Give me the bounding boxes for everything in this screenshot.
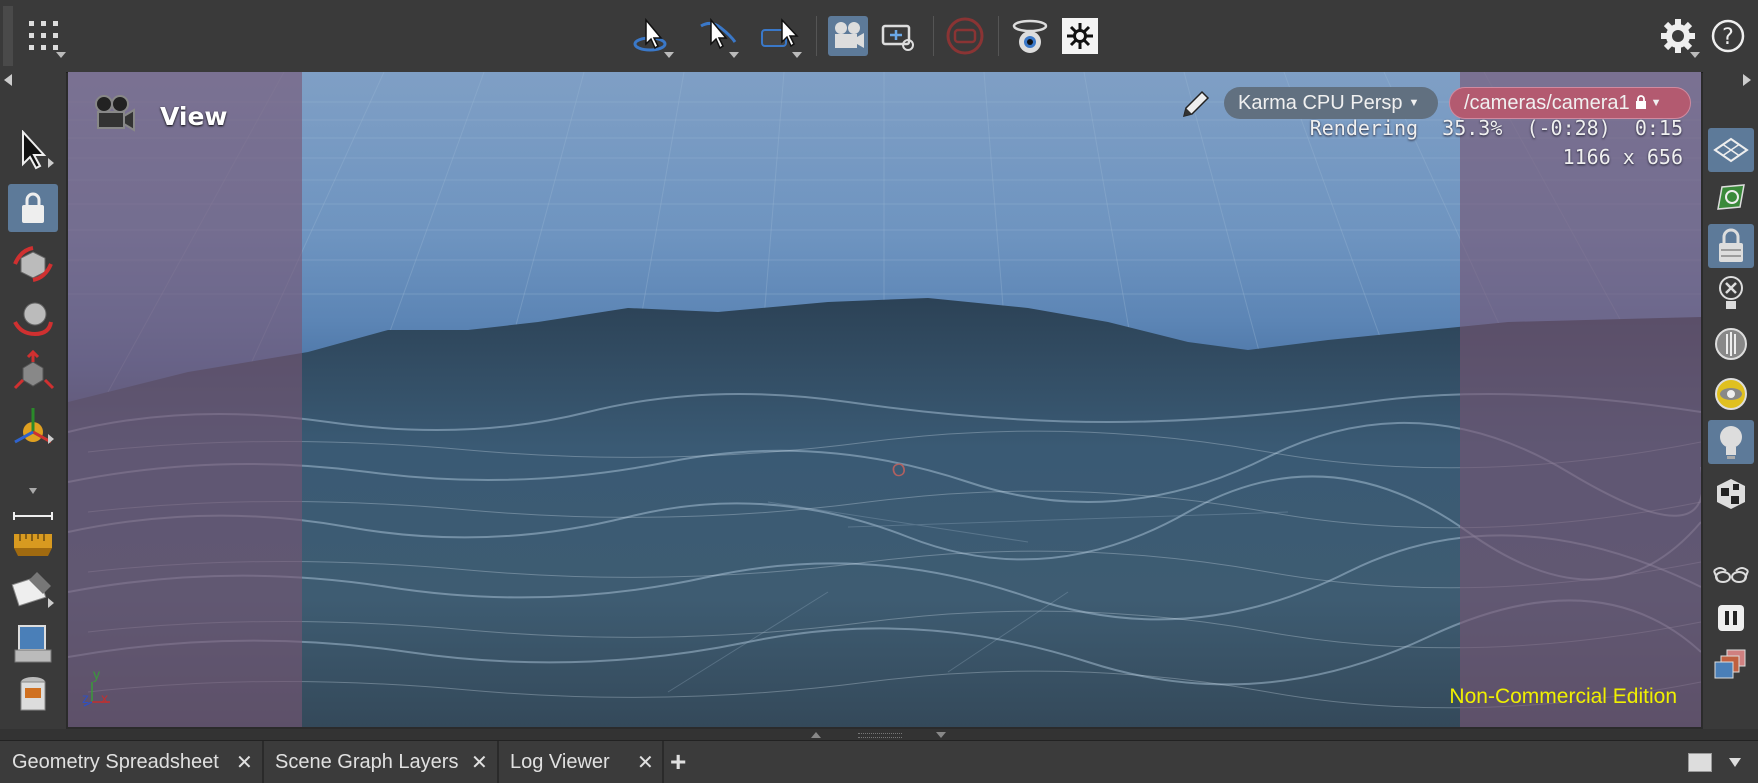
add-tab-icon[interactable]: + <box>670 741 686 783</box>
scale-tool-icon[interactable] <box>8 348 58 396</box>
snapping-icon[interactable] <box>1708 176 1754 220</box>
pane-menu-chevron-icon[interactable] <box>1729 758 1741 767</box>
tab-label: Log Viewer <box>510 750 610 773</box>
chevron-down-icon: ▼ <box>1650 97 1662 109</box>
close-icon[interactable]: ✕ <box>471 741 488 783</box>
frame-selection-icon[interactable] <box>878 16 918 56</box>
light-link-icon[interactable] <box>1010 16 1050 56</box>
tab-log-viewer[interactable]: Log Viewer <box>510 741 610 783</box>
tab-geometry-spreadsheet[interactable]: Geometry Spreadsheet <box>12 741 219 783</box>
high-quality-light-icon[interactable] <box>1708 372 1754 416</box>
ruler-tool-icon[interactable] <box>8 512 58 560</box>
top-toolbar: ? <box>0 0 1758 73</box>
camera-menu-icon[interactable] <box>828 16 868 56</box>
tab-label: Geometry Spreadsheet <box>12 750 219 773</box>
close-icon[interactable]: ✕ <box>637 741 654 783</box>
renderer-dropdown[interactable]: Karma CPU Persp ▼ <box>1224 87 1438 119</box>
maximize-pane-icon[interactable] <box>1688 753 1712 772</box>
svg-text:?: ? <box>1722 25 1734 50</box>
tab-scene-graph-layers[interactable]: Scene Graph Layers <box>275 741 458 783</box>
normal-light-icon[interactable] <box>1708 322 1754 366</box>
left-tool-shelf <box>0 72 66 729</box>
lock-camera-icon[interactable] <box>1708 224 1754 268</box>
render-region-tool-icon[interactable] <box>8 672 58 720</box>
renderer-label: Karma CPU Persp <box>1238 91 1403 114</box>
expand-up-arrow-icon[interactable] <box>811 732 821 738</box>
axis-z-label: z <box>82 690 89 706</box>
render-resolution-text: 1166 x 656 <box>1562 145 1683 169</box>
pose-tool-icon[interactable] <box>760 16 802 58</box>
handle-tool-icon[interactable] <box>8 402 58 450</box>
camera-path-label: /cameras/camera1 <box>1464 91 1630 114</box>
select-arrow-icon[interactable] <box>8 126 58 174</box>
snapshot-gallery-icon[interactable] <box>1708 642 1754 686</box>
lightbulb-icon[interactable] <box>1708 420 1754 464</box>
lock-icon <box>1635 92 1647 115</box>
toolbar-grip[interactable] <box>3 6 13 66</box>
left-frame-mask <box>68 72 302 727</box>
gear-icon[interactable] <box>1658 16 1700 58</box>
grid-display-icon[interactable] <box>1708 128 1754 172</box>
scroll-left-arrow-icon[interactable] <box>4 74 12 86</box>
headlight-off-icon[interactable] <box>1708 272 1754 316</box>
transform-handle-icon[interactable] <box>8 240 58 288</box>
edition-label: Non-Commercial Edition <box>1449 685 1677 708</box>
chevron-down-icon: ▼ <box>1408 97 1420 109</box>
view-tool-icon[interactable] <box>632 16 674 58</box>
scroll-right-arrow-icon[interactable] <box>1743 74 1751 86</box>
right-frame-mask <box>1460 72 1701 727</box>
annotation-tool-icon[interactable] <box>8 566 58 614</box>
scene-viewport[interactable]: O View Karma CPU Persp ▼ /cameras/camera… <box>68 72 1701 727</box>
display-options-icon[interactable] <box>1060 16 1100 56</box>
close-icon[interactable]: ✕ <box>236 741 253 783</box>
snapshot-tool-icon[interactable] <box>8 620 58 668</box>
material-ball-icon[interactable] <box>1708 472 1754 516</box>
collapse-down-arrow-icon[interactable] <box>936 732 946 738</box>
right-display-shelf <box>1703 72 1758 729</box>
rotate-tool-icon[interactable] <box>8 294 58 342</box>
tab-label: Scene Graph Layers <box>275 750 459 773</box>
viewport-title: View <box>160 102 228 131</box>
pencil-icon[interactable] <box>1180 88 1212 124</box>
pane-splitter[interactable] <box>0 729 1758 740</box>
axis-y-label: y <box>93 666 100 682</box>
camera-dropdown[interactable]: /cameras/camera1 ▼ <box>1449 87 1691 119</box>
select-tool-icon[interactable] <box>697 16 739 58</box>
axis-x-label: x <box>101 690 108 706</box>
stereo-glasses-icon[interactable] <box>1708 552 1754 596</box>
stop-render-icon[interactable] <box>945 16 985 56</box>
help-icon[interactable]: ? <box>1708 16 1748 56</box>
camera-icon[interactable] <box>90 92 138 140</box>
pause-render-icon[interactable] <box>1708 596 1754 640</box>
grid-menu-icon[interactable] <box>24 16 66 58</box>
ocean-render <box>68 72 1701 727</box>
bottom-tab-bar: Geometry Spreadsheet ✕ Scene Graph Layer… <box>0 740 1758 783</box>
lock-select-icon[interactable] <box>8 184 58 232</box>
render-status-text: Rendering 35.3% (-0:28) 0:15 <box>1309 116 1683 140</box>
more-tools-arrow-icon[interactable] <box>29 488 37 494</box>
splitter-grip[interactable] <box>858 733 902 738</box>
